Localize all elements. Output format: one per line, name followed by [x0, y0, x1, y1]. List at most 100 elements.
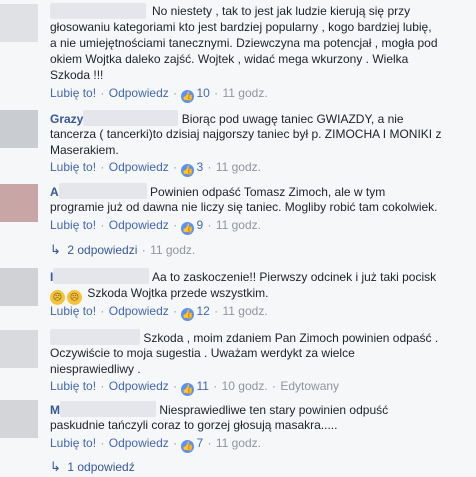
like-count[interactable]: 7 [196, 436, 203, 450]
comment-text: Aa to zaskoczenie!! Pierwszy odcinek i j… [152, 270, 437, 284]
author-name[interactable]: A [50, 185, 59, 199]
reply-count[interactable]: 1 odpowiedź [67, 460, 134, 474]
separator: · [173, 86, 178, 100]
comment-header: Szkoda , moim zdaniem Pan Zimoch powinie… [50, 329, 438, 346]
separator: · [207, 160, 212, 174]
blurred-author-name [83, 110, 179, 126]
timestamp[interactable]: 11 godz. [150, 243, 195, 257]
reply-link[interactable]: Odpowiedz [109, 218, 169, 232]
comment-text: Szkoda Wojtka przede wszystkim. [87, 286, 269, 300]
separator: · [173, 436, 178, 450]
reply-count[interactable]: 2 odpowiedzi [67, 243, 137, 257]
separator: · [100, 86, 105, 100]
comment-text: głosowaniu kategoriami kto jest bardziej… [50, 20, 432, 34]
avatar[interactable] [0, 4, 38, 42]
comment-text: a nie umiejętnościami tanecznymi. Dziewc… [50, 36, 438, 50]
like-link[interactable]: Lubię to! [50, 218, 96, 232]
separator: · [207, 218, 212, 232]
author-name[interactable]: Grazy [50, 112, 83, 126]
blurred-author-name [50, 329, 140, 345]
timestamp[interactable]: 11 godz. [216, 160, 261, 174]
separator: · [173, 218, 178, 232]
like-count[interactable]: 9 [196, 218, 203, 232]
comment-text: Oczywiście to moja sugestia . Uważam wer… [50, 346, 355, 360]
reply-link[interactable]: Odpowiedz [109, 86, 169, 100]
separator: · [100, 436, 105, 450]
blurred-author-name [58, 183, 147, 199]
blurred-author-name [60, 401, 156, 417]
reply-link[interactable]: Odpowiedz [109, 379, 169, 393]
author-name[interactable]: M [50, 403, 60, 417]
separator: · [100, 304, 105, 318]
thumbs-up-icon: 👍 [181, 440, 195, 453]
timestamp[interactable]: 11 godz. [216, 218, 261, 232]
like-count[interactable]: 12 [196, 304, 209, 318]
comment-text: paskudnie tańczyli coraz to gorzej głosu… [50, 418, 338, 432]
thumbs-up-icon: 👍 [181, 90, 195, 103]
separator: · [173, 379, 178, 393]
separator: · [173, 160, 178, 174]
like-link[interactable]: Lubię to! [50, 436, 96, 450]
reply-link[interactable]: Odpowiedz [109, 160, 169, 174]
separator: · [100, 218, 105, 232]
separator: · [100, 379, 105, 393]
thumbs-up-icon: 👍 [181, 222, 195, 235]
comment-text: programie już od dawna nie liczy się tan… [50, 200, 438, 214]
comment-text: okiem Wojtka daleko zajść. Wojtek , wida… [50, 52, 409, 66]
blurred-author-name [50, 3, 146, 19]
comment-actions: Lubię to! · Odpowiedz · 👍 12 · 11 godz. [50, 304, 268, 321]
comment-line: ☹ ☹ Szkoda Wojtka przede wszystkim. [50, 285, 269, 305]
thumbs-up-icon: 👍 [181, 164, 195, 177]
separator: · [213, 379, 218, 393]
timestamp[interactable]: 11 godz. [216, 436, 261, 450]
separator: · [207, 436, 212, 450]
timestamp[interactable]: 11 godz. [223, 304, 268, 318]
avatar[interactable] [0, 400, 38, 438]
thumbs-up-icon: 👍 [181, 383, 195, 396]
like-link[interactable]: Lubię to! [50, 86, 96, 100]
like-link[interactable]: Lubię to! [50, 379, 96, 393]
separator: · [141, 243, 146, 257]
comment-text: Maserakiem. [50, 143, 119, 157]
comment-text: Szkoda , moim zdaniem Pan Zimoch powinie… [143, 331, 439, 345]
comment-text: tancerza ( tancerki)to dzisiaj najgorszy… [50, 127, 442, 141]
reply-arrow-icon: ↳ [50, 459, 61, 474]
like-count[interactable]: 11 [196, 379, 208, 393]
comment-text: Powinien odpaść Tomasz Zimoch, ale w tym [150, 185, 386, 199]
separator: · [214, 86, 219, 100]
view-replies-link[interactable]: ↳ 2 odpowiedzi · 11 godz. [50, 242, 195, 258]
view-replies-link[interactable]: ↳ 1 odpowiedź [50, 459, 135, 475]
separator: · [272, 379, 277, 393]
like-link[interactable]: Lubię to! [50, 160, 96, 174]
comment-actions: Lubię to! · Odpowiedz · 👍 7 · 11 godz. [50, 436, 261, 453]
comment-text: Niesprawiedliwe ten stary powinien odpuś… [159, 403, 389, 417]
comment-actions: Lubię to! · Odpowiedz · 👍 9 · 11 godz. [50, 218, 261, 235]
comment-header: A Powinien odpaść Tomasz Zimoch, ale w t… [50, 183, 385, 200]
comment-text: Biorąc pod uwagę taniec GWIAZDY, a nie [181, 112, 404, 126]
edited-label[interactable]: Edytowany [280, 379, 339, 393]
reply-link[interactable]: Odpowiedz [109, 304, 169, 318]
reply-arrow-icon: ↳ [50, 242, 61, 257]
reply-link[interactable]: Odpowiedz [109, 436, 169, 450]
timestamp[interactable]: 10 godz. [222, 379, 268, 393]
avatar[interactable] [0, 110, 38, 148]
like-count[interactable]: 3 [196, 160, 203, 174]
like-count[interactable]: 10 [196, 86, 209, 100]
avatar[interactable] [0, 184, 38, 222]
separator: · [214, 304, 219, 318]
comment-header: I Aa to zaskoczenie!! Pierwszy odcinek i… [50, 268, 436, 285]
sad-face-emoji-icon: ☹ [67, 290, 82, 305]
comment-actions: Lubię to! · Odpowiedz · 👍 3 · 11 godz. [50, 160, 261, 177]
avatar[interactable] [0, 268, 38, 306]
like-link[interactable]: Lubię to! [50, 304, 96, 318]
comment-header: Grazy Biorąc pod uwagę taniec GWIAZDY, a… [50, 110, 404, 127]
comment-text: niesprawiedliwy . [50, 362, 141, 376]
sad-face-emoji-icon: ☹ [50, 290, 65, 305]
comment-actions: Lubię to! · Odpowiedz · 👍 10 · 11 godz. [50, 86, 268, 103]
separator: · [173, 304, 178, 318]
comment-actions: Lubię to! · Odpowiedz · 👍 11 · 10 godz. ·… [50, 379, 339, 396]
blurred-author-name [53, 268, 150, 284]
timestamp[interactable]: 11 godz. [223, 86, 268, 100]
thumbs-up-icon: 👍 [181, 308, 195, 321]
avatar[interactable] [0, 330, 38, 368]
